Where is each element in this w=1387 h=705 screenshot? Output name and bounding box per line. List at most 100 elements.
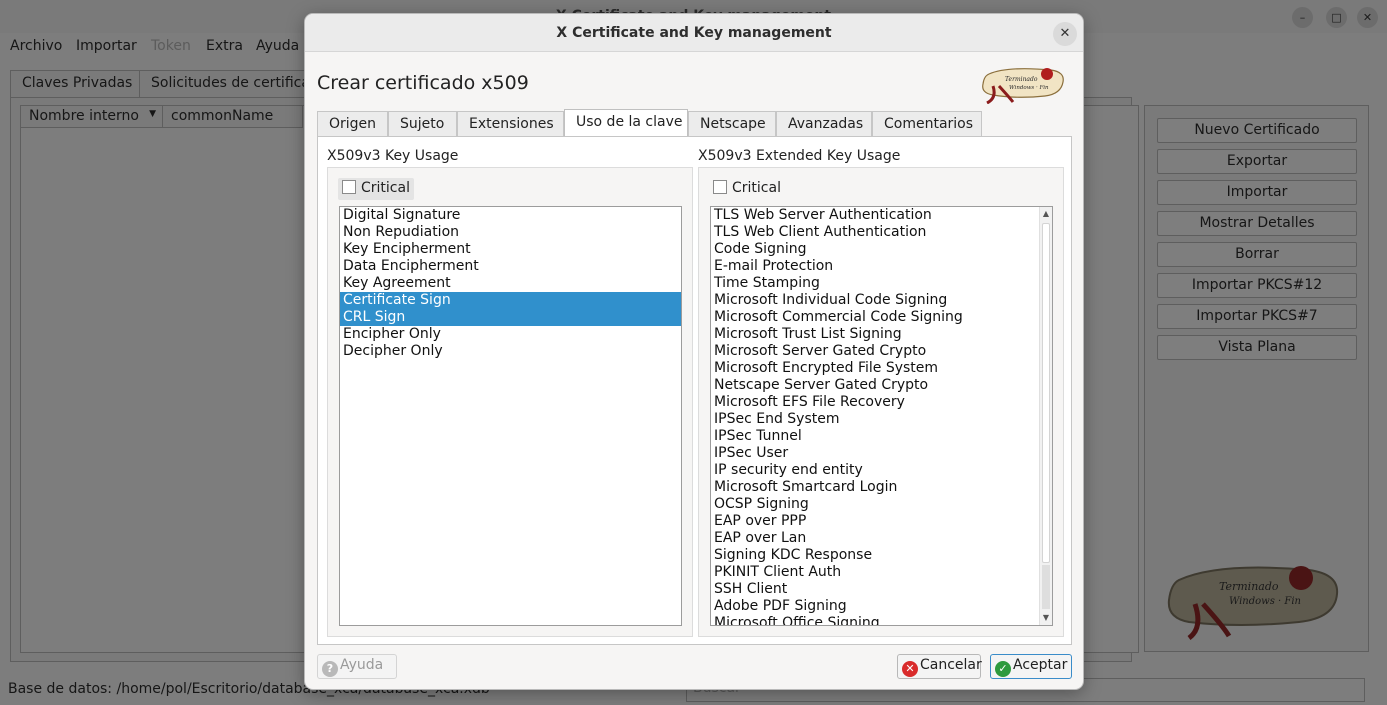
tab-comentarios[interactable]: Comentarios [872,111,982,137]
check-icon: ✓ [995,661,1011,677]
list-item[interactable]: Digital Signature [340,207,681,224]
list-item[interactable]: Signing KDC Response [711,547,1052,564]
xca-logo: Terminado Windows · Fin [1167,566,1339,640]
critical-label: Critical [732,180,781,196]
importar-button[interactable]: Importar [1157,180,1357,205]
key-usage-group: Critical Digital Signature Non Repudiati… [327,167,693,637]
dialog-title: X Certificate and Key management [556,25,832,41]
extended-key-usage-list[interactable]: TLS Web Server Authentication TLS Web Cl… [710,206,1053,626]
list-item[interactable]: Non Repudiation [340,224,681,241]
list-item[interactable]: Code Signing [711,241,1052,258]
list-item[interactable]: Microsoft Encrypted File System [711,360,1052,377]
aceptar-button-label: Aceptar [1013,657,1068,673]
actions-panel: Nuevo Certificado Exportar Importar Most… [1144,105,1369,652]
menu-ayuda[interactable]: Ayuda [256,38,299,54]
list-item[interactable]: IPSec End System [711,411,1052,428]
column-header-label: Nombre interno [29,108,139,124]
list-item[interactable]: Microsoft Individual Code Signing [711,292,1052,309]
tab-claves-privadas[interactable]: Claves Privadas [10,70,140,98]
tab-netscape[interactable]: Netscape [688,111,776,137]
list-item[interactable]: Key Encipherment [340,241,681,258]
minimize-icon[interactable]: – [1292,7,1313,28]
menu-importar[interactable]: Importar [76,38,137,54]
scroll-track[interactable] [1042,565,1050,609]
list-item[interactable]: IPSec User [711,445,1052,462]
key-usage-title: X509v3 Key Usage [327,148,459,164]
dialog-close-icon[interactable]: ✕ [1053,22,1077,46]
list-item[interactable]: TLS Web Client Authentication [711,224,1052,241]
dialog-titlebar: X Certificate and Key management ✕ [305,14,1083,52]
extended-key-usage-title: X509v3 Extended Key Usage [698,148,901,164]
critical-label: Critical [361,180,410,196]
extended-key-usage-group: Critical TLS Web Server Authentication T… [698,167,1064,637]
list-item[interactable]: EAP over Lan [711,530,1052,547]
tab-origen[interactable]: Origen [317,111,388,137]
list-item[interactable]: Decipher Only [340,343,681,360]
list-item[interactable]: SSH Client [711,581,1052,598]
list-item[interactable]: Encipher Only [340,326,681,343]
column-header-commonname[interactable]: commonName [163,106,303,128]
sort-arrow-icon: ▼ [149,109,156,119]
tab-sujeto[interactable]: Sujeto [388,111,457,137]
menu-token[interactable]: Token [151,38,191,54]
nuevo-certificado-button[interactable]: Nuevo Certificado [1157,118,1357,143]
list-item[interactable]: Microsoft EFS File Recovery [711,394,1052,411]
vista-plana-button[interactable]: Vista Plana [1157,335,1357,360]
svg-text:Windows · Fin: Windows · Fin [1009,85,1049,91]
list-scrollbar[interactable]: ▲ ▼ [1039,207,1052,625]
list-item[interactable]: OCSP Signing [711,496,1052,513]
importar-pkcs7-button[interactable]: Importar PKCS#7 [1157,304,1357,329]
exportar-button[interactable]: Exportar [1157,149,1357,174]
list-item[interactable]: E-mail Protection [711,258,1052,275]
list-item[interactable]: Microsoft Commercial Code Signing [711,309,1052,326]
checkbox-icon [342,180,356,194]
list-item-selected[interactable]: CRL Sign [340,309,681,326]
extended-key-usage-critical-checkbox[interactable]: Critical [709,178,785,200]
list-item[interactable]: Microsoft Trust List Signing [711,326,1052,343]
scroll-up-icon[interactable]: ▲ [1040,207,1052,221]
maximize-icon[interactable]: □ [1326,7,1347,28]
list-item[interactable]: Microsoft Smartcard Login [711,479,1052,496]
tab-extensiones[interactable]: Extensiones [457,111,564,137]
dialog-heading: Crear certificado x509 [317,72,529,94]
importar-pkcs12-button[interactable]: Importar PKCS#12 [1157,273,1357,298]
list-item[interactable]: PKINIT Client Auth [711,564,1052,581]
list-item[interactable]: Key Agreement [340,275,681,292]
list-item[interactable]: EAP over PPP [711,513,1052,530]
list-item[interactable]: TLS Web Server Authentication [711,207,1052,224]
column-header-nombre[interactable]: Nombre interno ▼ [21,106,163,128]
key-usage-list[interactable]: Digital Signature Non Repudiation Key En… [339,206,682,626]
svg-text:Windows · Fin: Windows · Fin [1229,596,1301,607]
xca-logo-small: Terminado Windows · Fin [982,68,1064,104]
key-usage-critical-checkbox[interactable]: Critical [338,178,414,200]
menu-extra[interactable]: Extra [206,38,243,54]
list-item[interactable]: IPSec Tunnel [711,428,1052,445]
tab-avanzadas[interactable]: Avanzadas [776,111,872,137]
key-usage-panel: X509v3 Key Usage Critical Digital Signat… [317,136,1072,645]
list-item[interactable]: Data Encipherment [340,258,681,275]
list-item[interactable]: Adobe PDF Signing [711,598,1052,615]
cancelar-button-label: Cancelar [920,657,982,673]
tab-uso-de-la-clave[interactable]: Uso de la clave [564,109,688,138]
svg-text:Terminado: Terminado [1219,580,1279,593]
ayuda-button-label: Ayuda [340,657,384,673]
list-item[interactable]: Time Stamping [711,275,1052,292]
list-item-selected[interactable]: Certificate Sign [340,292,681,309]
borrar-button[interactable]: Borrar [1157,242,1357,267]
help-icon: ? [322,661,338,677]
checkbox-icon [713,180,727,194]
list-item[interactable]: Netscape Server Gated Crypto [711,377,1052,394]
list-item[interactable]: IP security end entity [711,462,1052,479]
menu-archivo[interactable]: Archivo [10,38,62,54]
svg-text:Terminado: Terminado [1005,76,1038,83]
scroll-down-icon[interactable]: ▼ [1040,611,1052,625]
list-item[interactable]: Microsoft Office Signing [711,615,1052,625]
cancelar-button[interactable]: ✕ Cancelar [897,654,982,679]
mostrar-detalles-button[interactable]: Mostrar Detalles [1157,211,1357,236]
scroll-thumb[interactable] [1042,223,1050,563]
list-item[interactable]: Microsoft Server Gated Crypto [711,343,1052,360]
close-icon[interactable]: ✕ [1357,7,1378,28]
cancel-icon: ✕ [902,661,918,677]
ayuda-button[interactable]: ? Ayuda [317,654,397,679]
aceptar-button[interactable]: ✓ Aceptar [990,654,1072,679]
